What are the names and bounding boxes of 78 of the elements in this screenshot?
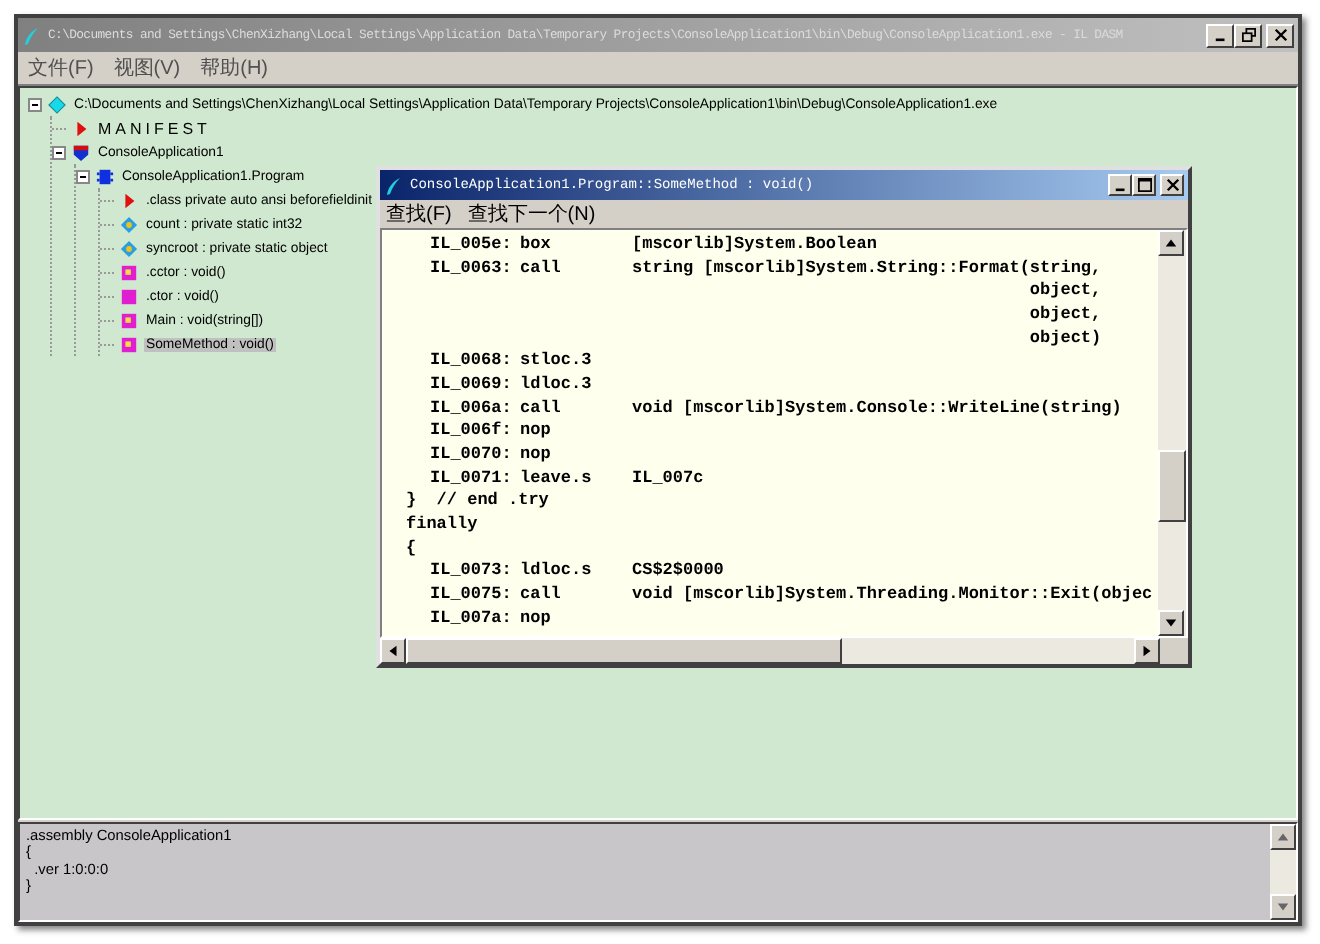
il-operand: void [mscorlib]System.Threading.Monitor::Exit(objec (632, 584, 1153, 605)
il-operand: CS$2$0000 (632, 560, 724, 581)
diamond-icon (120, 215, 138, 233)
scrollbar-thumb[interactable] (1158, 450, 1186, 522)
code-line: { (406, 537, 417, 558)
il-label: IL_005e: (430, 233, 514, 254)
il-label: IL_0068: (430, 350, 514, 371)
restore-button[interactable] (1234, 23, 1262, 47)
scrollbar-thumb[interactable] (406, 638, 843, 664)
vertical-scrollbar[interactable] (1270, 824, 1296, 920)
il-opcode: nop (520, 420, 553, 441)
left-arrow-icon (386, 644, 400, 658)
il-label: IL_0073: (430, 560, 514, 581)
restore-icon (1241, 28, 1255, 42)
menu-item[interactable]: 帮助(H) (194, 54, 275, 82)
up-arrow-icon (1164, 236, 1178, 250)
close-button[interactable] (1160, 174, 1184, 196)
right-arrow-icon (1140, 644, 1154, 658)
il-operand: object, (1029, 303, 1102, 324)
il-label: IL_006f: (430, 420, 514, 441)
feather-icon (22, 25, 42, 45)
shield-icon (72, 143, 90, 161)
horizontal-scrollbar[interactable] (380, 638, 1188, 664)
il-opcode: ldloc.s (520, 560, 594, 581)
il-opcode: call (520, 397, 563, 418)
il-opcode: stloc.3 (520, 350, 594, 371)
il-operand: [mscorlib]System.Boolean (632, 233, 877, 254)
triangle-icon (72, 119, 90, 137)
il-opcode: box (520, 233, 553, 254)
vertical-scrollbar[interactable] (1158, 230, 1186, 636)
il-operand: string [mscorlib]System.String::Format(string, (632, 257, 1102, 278)
close-button[interactable] (1266, 23, 1294, 47)
il-label: IL_007a: (430, 607, 514, 628)
down-arrow-icon (1164, 616, 1178, 630)
il-label: IL_0070: (430, 444, 514, 465)
menu-item[interactable]: 查找(F) (380, 200, 458, 228)
il-operand: IL_007c (632, 467, 704, 488)
square-icon (120, 263, 138, 281)
minimize-button[interactable] (1206, 23, 1234, 47)
il-opcode: call (520, 257, 563, 278)
il-opcode: call (520, 584, 563, 605)
tree-item[interactable]: MANIFEST (96, 119, 213, 137)
il-opcode: leave.s (520, 467, 594, 488)
class-icon (96, 167, 114, 185)
square-icon (120, 335, 138, 353)
il-label: IL_0075: (430, 584, 514, 605)
collapse-toggle[interactable] (28, 97, 42, 111)
minimize-button[interactable] (1108, 174, 1132, 196)
up-arrow-icon (1276, 830, 1290, 844)
il-opcode: nop (520, 607, 553, 628)
diamond-icon (48, 95, 66, 113)
maximize-icon (1137, 178, 1151, 192)
resize-grip[interactable] (1160, 638, 1188, 664)
menu-item[interactable]: 查找下一个(N) (461, 200, 602, 228)
il-label: IL_006a: (430, 397, 514, 418)
feather-icon (384, 175, 404, 195)
maximize-button[interactable] (1132, 174, 1156, 196)
il-operand: void [mscorlib]System.Console::WriteLine(string) (632, 397, 1122, 418)
collapse-toggle[interactable] (76, 169, 90, 183)
il-label: IL_0063: (430, 257, 514, 278)
il-operand: object) (1029, 327, 1102, 348)
il-label: IL_0069: (430, 373, 514, 394)
il-operand: object, (1029, 280, 1102, 301)
close-icon (1165, 178, 1179, 192)
diamond-icon (120, 239, 138, 257)
square-icon (120, 311, 138, 329)
menu-item[interactable]: 文件(F) (22, 54, 100, 82)
menu-item[interactable]: 视图(V) (107, 54, 187, 82)
close-icon (1273, 28, 1287, 42)
triangle-icon (120, 191, 138, 209)
il-label: IL_0071: (430, 467, 514, 488)
il-opcode: nop (520, 444, 553, 465)
code-line: } // end .try (406, 490, 549, 511)
code-line: finally (406, 514, 478, 535)
down-arrow-icon (1276, 900, 1290, 914)
square-icon (120, 287, 138, 305)
collapse-toggle[interactable] (52, 145, 66, 159)
il-opcode: ldloc.3 (520, 373, 594, 394)
